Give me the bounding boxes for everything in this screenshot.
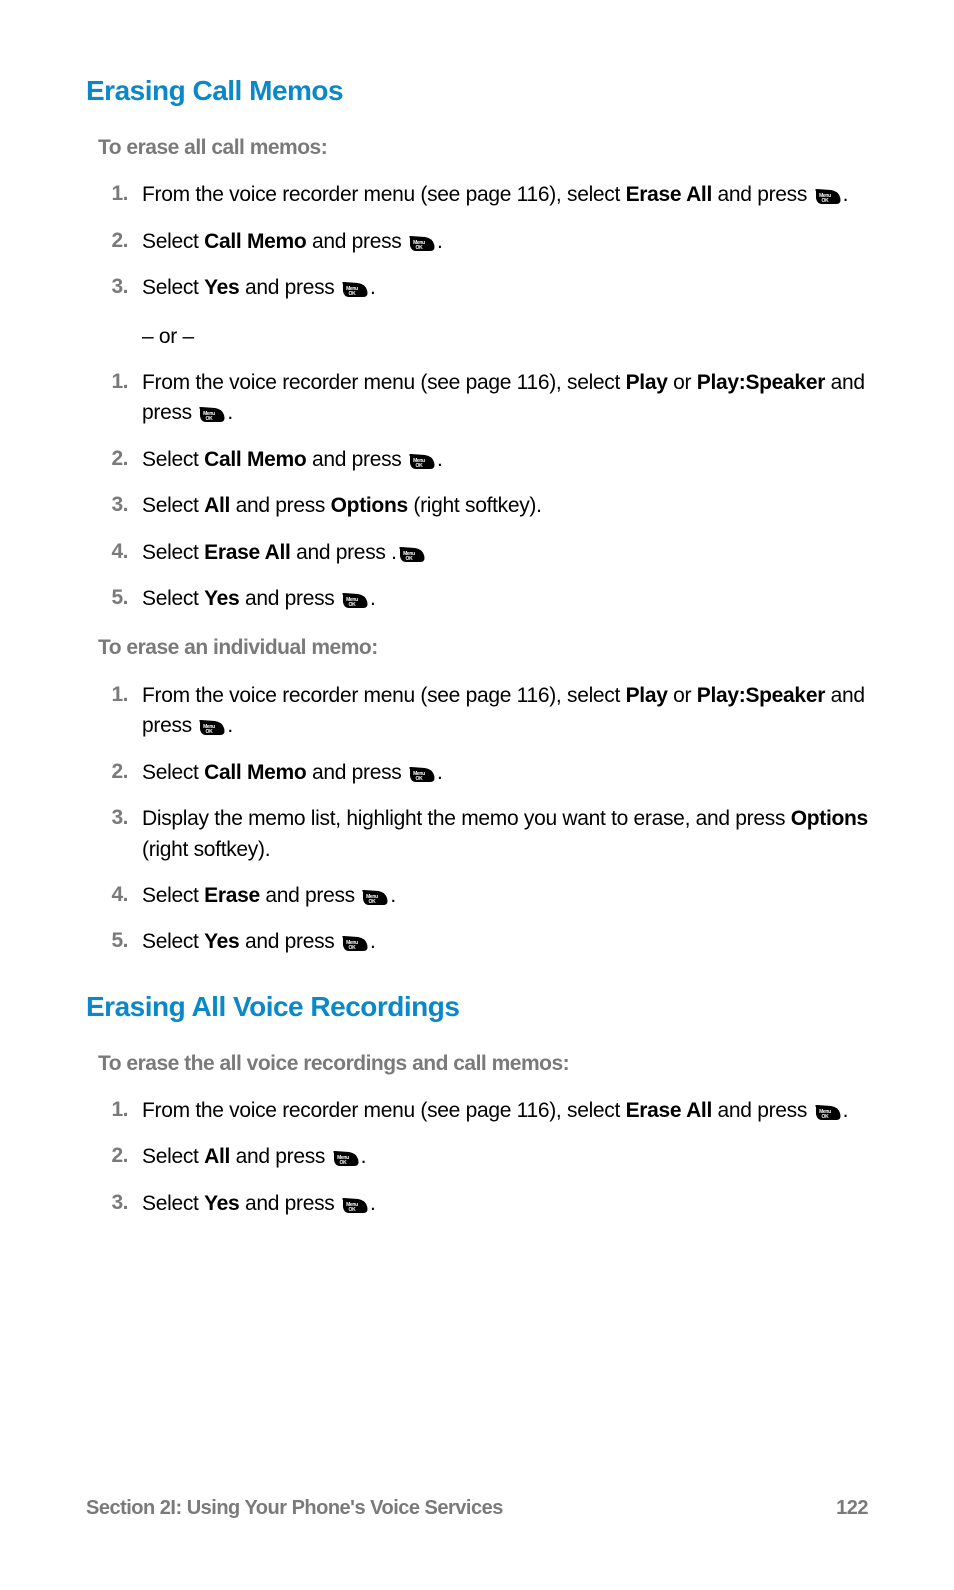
step-item: 2.Select Call Memo and press . <box>86 227 868 257</box>
step-text: Select Erase and press . <box>142 881 868 911</box>
step-text: Select Yes and press . <box>142 273 868 303</box>
step-item: 1.From the voice recorder menu (see page… <box>86 681 868 742</box>
step-text: Select Call Memo and press . <box>142 227 868 257</box>
step-number: 3. <box>86 491 142 519</box>
menu-ok-icon <box>398 543 426 561</box>
step-item: 2.Select Call Memo and press . <box>86 758 868 788</box>
steps-list-d: 1.From the voice recorder menu (see page… <box>86 1096 868 1219</box>
menu-ok-icon <box>198 403 226 421</box>
step-number: 2. <box>86 445 142 473</box>
step-item: 5.Select Yes and press . <box>86 927 868 957</box>
step-text: Select Yes and press . <box>142 927 868 957</box>
menu-ok-icon <box>408 232 436 250</box>
step-number: 1. <box>86 368 142 396</box>
subhead-erase-individual: To erase an individual memo: <box>98 634 868 662</box>
step-item: 4.Select Erase All and press . <box>86 538 868 568</box>
steps-list-b: 1.From the voice recorder menu (see page… <box>86 368 868 615</box>
step-item: 1.From the voice recorder menu (see page… <box>86 180 868 210</box>
step-item: 3.Select Yes and press . <box>86 273 868 303</box>
menu-ok-icon <box>814 185 842 203</box>
step-number: 3. <box>86 1189 142 1217</box>
page-footer: Section 2I: Using Your Phone's Voice Ser… <box>86 1495 868 1522</box>
menu-ok-icon <box>332 1147 360 1165</box>
footer-section-title: Section 2I: Using Your Phone's Voice Ser… <box>86 1495 503 1522</box>
step-item: 2.Select Call Memo and press . <box>86 445 868 475</box>
step-number: 1. <box>86 681 142 709</box>
step-item: 3.Select All and press Options (right so… <box>86 491 868 521</box>
step-number: 3. <box>86 273 142 301</box>
step-text: Display the memo list, highlight the mem… <box>142 804 868 865</box>
step-text: Select Yes and press . <box>142 1189 868 1219</box>
step-item: 1.From the voice recorder menu (see page… <box>86 1096 868 1126</box>
step-number: 5. <box>86 584 142 612</box>
step-item: 4.Select Erase and press . <box>86 881 868 911</box>
step-text: Select Yes and press . <box>142 584 868 614</box>
heading-erasing-all-voice: Erasing All Voice Recordings <box>86 988 868 1026</box>
step-item: 3.Select Yes and press . <box>86 1189 868 1219</box>
step-text: Select Call Memo and press . <box>142 445 868 475</box>
menu-ok-icon <box>408 450 436 468</box>
step-text: From the voice recorder menu (see page 1… <box>142 1096 868 1126</box>
step-text: Select Call Memo and press . <box>142 758 868 788</box>
menu-ok-icon <box>341 589 369 607</box>
step-text: Select All and press Options (right soft… <box>142 491 868 521</box>
step-text: Select All and press . <box>142 1142 868 1172</box>
step-number: 2. <box>86 758 142 786</box>
step-number: 2. <box>86 1142 142 1170</box>
step-text: From the voice recorder menu (see page 1… <box>142 681 868 742</box>
steps-list-c: 1.From the voice recorder menu (see page… <box>86 681 868 958</box>
step-text: From the voice recorder menu (see page 1… <box>142 368 868 429</box>
menu-ok-icon <box>198 716 226 734</box>
steps-list-a: 1.From the voice recorder menu (see page… <box>86 180 868 303</box>
step-number: 2. <box>86 227 142 255</box>
heading-erasing-call-memos: Erasing Call Memos <box>86 72 868 110</box>
step-text: Select Erase All and press . <box>142 538 868 568</box>
step-item: 2.Select All and press . <box>86 1142 868 1172</box>
step-number: 5. <box>86 927 142 955</box>
step-number: 1. <box>86 1096 142 1124</box>
step-number: 4. <box>86 538 142 566</box>
step-number: 1. <box>86 180 142 208</box>
step-item: 5.Select Yes and press . <box>86 584 868 614</box>
subhead-erase-all-voice: To erase the all voice recordings and ca… <box>98 1050 868 1078</box>
step-item: 3.Display the memo list, highlight the m… <box>86 804 868 865</box>
menu-ok-icon <box>361 886 389 904</box>
step-number: 4. <box>86 881 142 909</box>
menu-ok-icon <box>341 1194 369 1212</box>
or-separator: – or – <box>142 323 868 351</box>
step-item: 1.From the voice recorder menu (see page… <box>86 368 868 429</box>
menu-ok-icon <box>408 763 436 781</box>
subhead-erase-all: To erase all call memos: <box>98 134 868 162</box>
footer-page-number: 122 <box>836 1495 868 1522</box>
step-text: From the voice recorder menu (see page 1… <box>142 180 868 210</box>
menu-ok-icon <box>814 1101 842 1119</box>
menu-ok-icon <box>341 932 369 950</box>
menu-ok-icon <box>341 278 369 296</box>
step-number: 3. <box>86 804 142 832</box>
